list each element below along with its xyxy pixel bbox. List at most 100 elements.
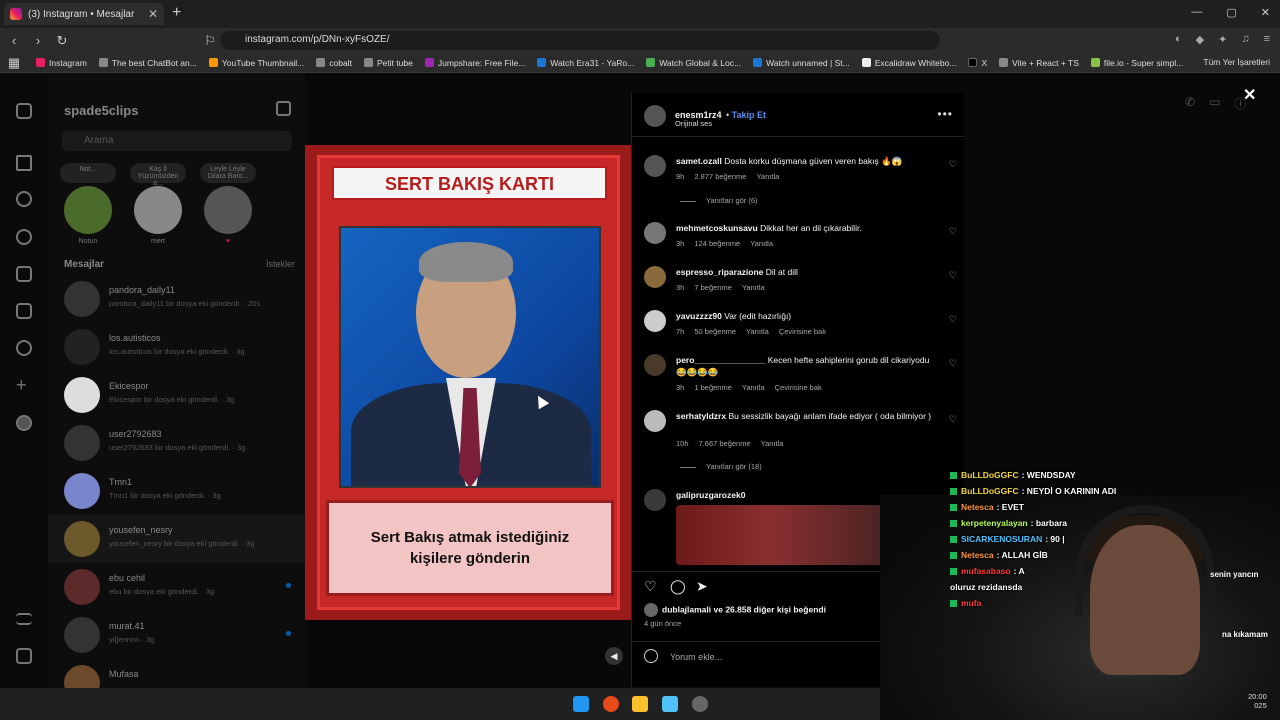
comment-user[interactable]: yavuzzzz90 <box>676 311 722 321</box>
note-item[interactable]: Leyle Leyle Dilara Baro... ♥ <box>198 163 258 245</box>
new-tab-button[interactable]: + <box>172 4 181 22</box>
bookmark-item[interactable]: Jumpshare: Free File... <box>424 58 525 68</box>
reply-button[interactable]: Yanıtla <box>742 283 765 292</box>
note-item[interactable]: Not... Notun <box>58 163 118 245</box>
reply-button[interactable]: Yanıtla <box>756 172 779 181</box>
tab-close-icon[interactable]: ✕ <box>148 7 158 21</box>
view-replies[interactable]: Yanıtları gör (6) <box>680 196 758 205</box>
home-icon[interactable] <box>16 155 32 171</box>
comment-likes[interactable]: 7.667 beğenme <box>699 439 751 448</box>
compose-icon[interactable] <box>276 101 291 116</box>
conversation-item[interactable]: murat.41 yiğennnn · 3g <box>48 611 305 659</box>
comment-gif[interactable] <box>676 505 913 565</box>
instagram-logo-icon[interactable] <box>16 103 32 119</box>
more-menu-icon[interactable] <box>16 613 32 625</box>
avatar[interactable] <box>644 354 666 376</box>
brave-browser-icon[interactable] <box>603 696 619 712</box>
bookmark-item[interactable]: file.io - Super simpl... <box>1090 58 1183 68</box>
reload-icon[interactable]: ↻ <box>52 33 72 49</box>
bookmark-icon[interactable]: ⚐ <box>200 33 220 49</box>
close-modal-icon[interactable]: ✕ <box>1243 85 1256 105</box>
conversation-item[interactable]: pandora_daily11 pandora_daily11 bir dosya… <box>48 275 305 323</box>
back-icon[interactable]: ‹ <box>4 33 24 48</box>
phone-icon[interactable]: ✆ <box>1185 95 1195 112</box>
account-name[interactable]: spade5clips <box>64 103 138 118</box>
bookmark-item[interactable]: Excalidraw Whitebo... <box>861 58 956 68</box>
comment-user[interactable]: espresso_riparazione <box>676 267 763 277</box>
likes-count[interactable]: ve 26.858 diğer kişi beğendi <box>714 604 826 614</box>
close-window-icon[interactable]: ✕ <box>1261 6 1270 19</box>
search-icon[interactable] <box>16 191 32 207</box>
avatar[interactable] <box>644 410 666 432</box>
reply-button[interactable]: Yanıtla <box>742 383 765 392</box>
obs-icon[interactable] <box>692 696 708 712</box>
like-comment-icon[interactable]: ♡ <box>949 270 957 281</box>
comment-likes[interactable]: 7 beğenme <box>694 283 732 292</box>
reply-button[interactable]: Yanıtla <box>761 439 784 448</box>
bookmark-item[interactable]: Watch unnamed | St... <box>753 58 850 68</box>
avatar[interactable] <box>644 266 666 288</box>
conversation-item[interactable]: ebu cehil ebu bir dosya eki gönderdi. · 3… <box>48 563 305 611</box>
audio-label[interactable]: Orijinal ses <box>675 119 712 128</box>
comment-likes[interactable]: 2.877 beğenme <box>694 172 746 181</box>
conversation-item[interactable]: yousefen_nesry yousefen_nesry bir dosya e… <box>48 515 305 563</box>
comment-user[interactable]: serhatyldzrx <box>676 411 726 421</box>
bookmark-item[interactable]: Vite + React + TS <box>999 58 1079 68</box>
apps-icon[interactable]: ▦ <box>4 55 24 71</box>
note-item[interactable]: Kaş İl Yüzümüzden a... mert <box>128 163 188 245</box>
comment-likes[interactable]: 1 beğenme <box>694 383 732 392</box>
liked-by-user[interactable]: dublajlamali <box>662 604 711 614</box>
requests-link[interactable]: İstekler <box>266 259 295 269</box>
comment-likes[interactable]: 50 beğenme <box>694 327 736 336</box>
comment-likes[interactable]: 124 beğenme <box>694 239 740 248</box>
like-comment-icon[interactable]: ♡ <box>949 314 957 325</box>
comment-user[interactable]: mehmetcoskunsavu <box>676 223 758 233</box>
bookmark-item[interactable]: The best ChatBot an... <box>98 58 197 68</box>
conversation-item[interactable]: user2792683 user2792683 bir dosya eki gön… <box>48 419 305 467</box>
view-replies[interactable]: Yanıtları gör (18) <box>680 462 762 471</box>
url-field[interactable]: instagram.com/p/DNn-xyFsOZE/ <box>220 31 940 50</box>
music-icon[interactable]: ♫ <box>1241 33 1249 46</box>
extension-icon[interactable]: ◆ <box>1196 33 1204 46</box>
bookmark-item[interactable]: X <box>968 58 987 68</box>
bookmark-item[interactable]: Petit tube <box>363 58 413 68</box>
reels-icon[interactable] <box>16 266 32 282</box>
like-comment-icon[interactable]: ♡ <box>949 226 957 237</box>
bookmark-item[interactable]: Watch Era31 - YaRo... <box>537 58 634 68</box>
comment-user[interactable]: galipruzgarozek0 <box>676 490 745 500</box>
conversation-item[interactable]: los.autisticos los.autisticos bir dosya e… <box>48 323 305 371</box>
browser-tab[interactable]: (3) Instagram • Mesajlar ✕ <box>4 3 164 25</box>
avatar[interactable] <box>644 155 666 177</box>
translate-button[interactable]: Çevirisine bak <box>779 327 826 336</box>
bookmark-item[interactable]: YouTube Thumbnail... <box>208 58 304 68</box>
bookmark-item[interactable]: Watch Global & Loc... <box>646 58 741 68</box>
sound-icon[interactable]: ◀ <box>605 647 623 665</box>
translate-button[interactable]: Çevirisine bak <box>775 383 822 392</box>
messages-icon[interactable] <box>16 303 32 319</box>
share-icon[interactable]: ➤ <box>696 578 708 595</box>
avatar[interactable] <box>644 310 666 332</box>
comment-user[interactable]: samet.ozall <box>676 156 722 166</box>
profile-avatar[interactable] <box>16 415 32 431</box>
explore-icon[interactable] <box>16 229 32 245</box>
like-comment-icon[interactable]: ♡ <box>949 159 957 170</box>
like-comment-icon[interactable]: ♡ <box>949 414 957 425</box>
like-comment-icon[interactable]: ♡ <box>949 358 957 369</box>
reply-button[interactable]: Yanıtla <box>750 239 773 248</box>
bookmark-item[interactable]: cobalt <box>316 58 352 68</box>
bookmark-item[interactable]: Instagram <box>36 58 87 68</box>
reply-button[interactable]: Yanıtla <box>746 327 769 336</box>
extension-icon[interactable]: ◐ <box>1175 33 1182 46</box>
author-avatar[interactable] <box>644 105 666 127</box>
more-options-icon[interactable]: ••• <box>937 107 953 121</box>
likes-summary[interactable]: dublajlamali ve 26.858 diğer kişi beğend… <box>644 603 826 617</box>
follow-button[interactable]: Takip Et <box>732 110 766 120</box>
video-icon[interactable]: ▭ <box>1209 95 1220 112</box>
emoji-icon[interactable] <box>644 649 658 663</box>
all-bookmarks[interactable]: Tüm Yer İşaretleri <box>1203 57 1270 67</box>
forward-icon[interactable]: › <box>28 33 48 48</box>
threads-icon[interactable] <box>16 648 32 664</box>
app-icon[interactable] <box>662 696 678 712</box>
minimize-icon[interactable]: — <box>1191 6 1202 19</box>
create-icon[interactable]: + <box>16 376 32 394</box>
